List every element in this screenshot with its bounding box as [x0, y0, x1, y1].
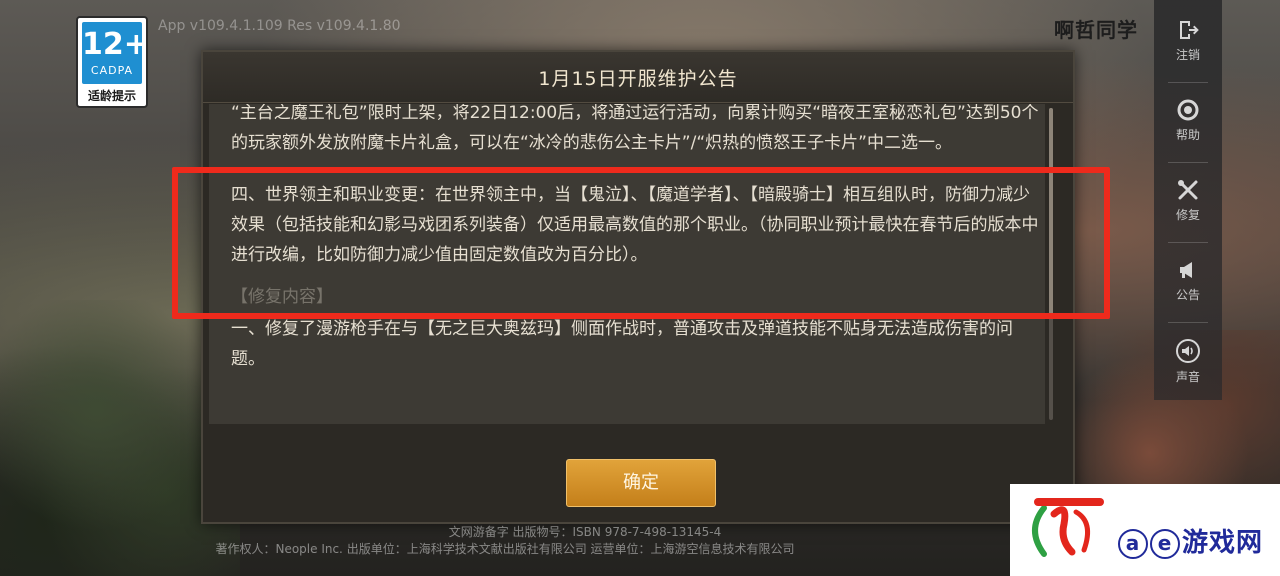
rail-divider: [1168, 322, 1208, 323]
rail-divider: [1168, 82, 1208, 83]
highlight-annotation-box: [172, 167, 1110, 319]
age-rating-badge: 12+ CADPA 适龄提示: [76, 16, 149, 108]
watermark-letter-e: e: [1150, 528, 1180, 559]
copyright-line-2: 著作权人：Neople Inc. 出版单位：上海科学技术文献出版社有限公司 运营…: [215, 542, 795, 556]
announcement-button[interactable]: 公告: [1154, 246, 1222, 318]
speaker-icon: [1176, 339, 1200, 363]
watermark-logo-icon: [1032, 498, 1104, 557]
help-button[interactable]: 帮助: [1154, 86, 1222, 158]
age-rating-panel: 12+ CADPA: [82, 22, 149, 84]
sound-label: 声音: [1175, 370, 1200, 384]
watermark-letter-a: a: [1118, 528, 1148, 559]
version-text: App v109.4.1.109 Res v109.4.1.80: [158, 18, 401, 34]
copyright-footer: 文网游备字 出版物号：ISBN 978-7-498-13145-4 著作权人：N…: [0, 524, 1010, 558]
dialog-header: 1月15日开服维护公告: [203, 52, 1073, 103]
logout-label: 注销: [1175, 48, 1200, 62]
dialog-title: 1月15日开服维护公告: [538, 68, 738, 90]
megaphone-icon: [1180, 262, 1192, 278]
rail-divider: [1168, 162, 1208, 163]
age-rating-number: 12+: [82, 27, 149, 62]
site-watermark: a e 游戏网: [1010, 484, 1280, 576]
help-icon: [1177, 99, 1199, 121]
age-rating-org: CADPA: [90, 64, 134, 77]
watermark-text: a e 游戏网: [1118, 522, 1263, 559]
wrench-icon: [1178, 180, 1198, 200]
repair-button[interactable]: 修复: [1154, 166, 1222, 238]
age-rating-label: 适龄提示: [87, 89, 136, 103]
sound-button[interactable]: 声音: [1154, 326, 1222, 398]
help-label: 帮助: [1175, 128, 1200, 142]
fix-item-1: 一、修复了漫游枪手在与【无之巨大奥兹玛】侧面作战时，普通攻击及弹道技能不贴身无法…: [231, 319, 1013, 369]
confirm-button[interactable]: 确定: [566, 459, 716, 507]
repair-label: 修复: [1175, 208, 1200, 222]
side-menu: 注销 帮助 修复 公告 声音: [1154, 0, 1222, 400]
logout-button[interactable]: 注销: [1154, 6, 1222, 78]
username: 啊哲同学: [1054, 18, 1138, 42]
watermark-suffix: 游戏网: [1182, 528, 1264, 558]
copyright-line-1: 文网游备字 出版物号：ISBN 978-7-498-13145-4: [448, 525, 722, 539]
rail-divider: [1168, 242, 1208, 243]
paragraph-partial: “主台之魔王礼包”限时上架，将22日12:00后，将通过运行活动，向累计购买“暗…: [231, 104, 1039, 153]
logout-icon: [1180, 21, 1199, 39]
announcement-label: 公告: [1175, 288, 1200, 302]
